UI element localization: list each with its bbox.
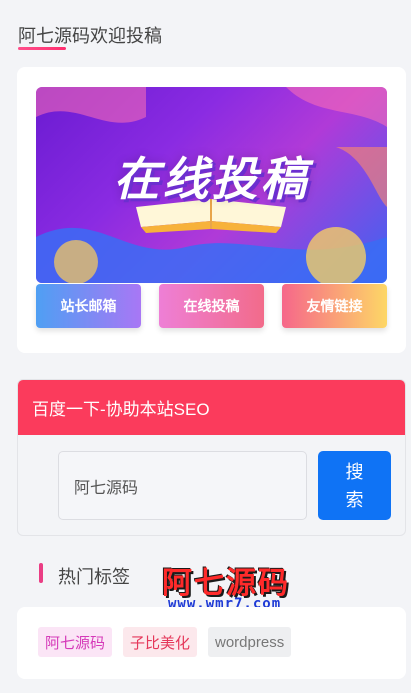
action-buttons: 站长邮箱 在线投稿 友情链接 <box>36 284 387 328</box>
section-title: 阿七源码欢迎投稿 <box>18 26 162 46</box>
online-submit-button[interactable]: 在线投稿 <box>159 284 264 328</box>
search-card: 百度一下-协助本站SEO 阿七源码 搜 索 <box>17 379 406 536</box>
title-underline <box>18 47 66 50</box>
search-card-title: 百度一下-协助本站SEO <box>18 380 405 435</box>
search-button[interactable]: 搜 索 <box>318 451 391 520</box>
tags-title-marker <box>39 563 43 583</box>
search-input[interactable]: 阿七源码 <box>58 451 307 520</box>
submit-banner[interactable]: 在线投稿 <box>36 87 387 283</box>
friend-links-button[interactable]: 友情链接 <box>282 284 387 328</box>
tag-item[interactable]: wordpress <box>208 627 292 657</box>
tags-title: 热门标签 <box>58 567 130 587</box>
tag-item[interactable]: 阿七源码 <box>38 627 113 657</box>
site-watermark: 阿七源码 www.wmr7.com <box>162 558 327 614</box>
tag-item[interactable]: 子比美化 <box>123 627 198 657</box>
banner-title: 在线投稿 <box>113 152 310 206</box>
webmaster-mail-button[interactable]: 站长邮箱 <box>36 284 141 328</box>
submit-card: 在线投稿 站长邮箱 在线投稿 友情链接 <box>17 67 406 353</box>
tags-card: 阿七源码 子比美化 wordpress <box>17 607 406 679</box>
